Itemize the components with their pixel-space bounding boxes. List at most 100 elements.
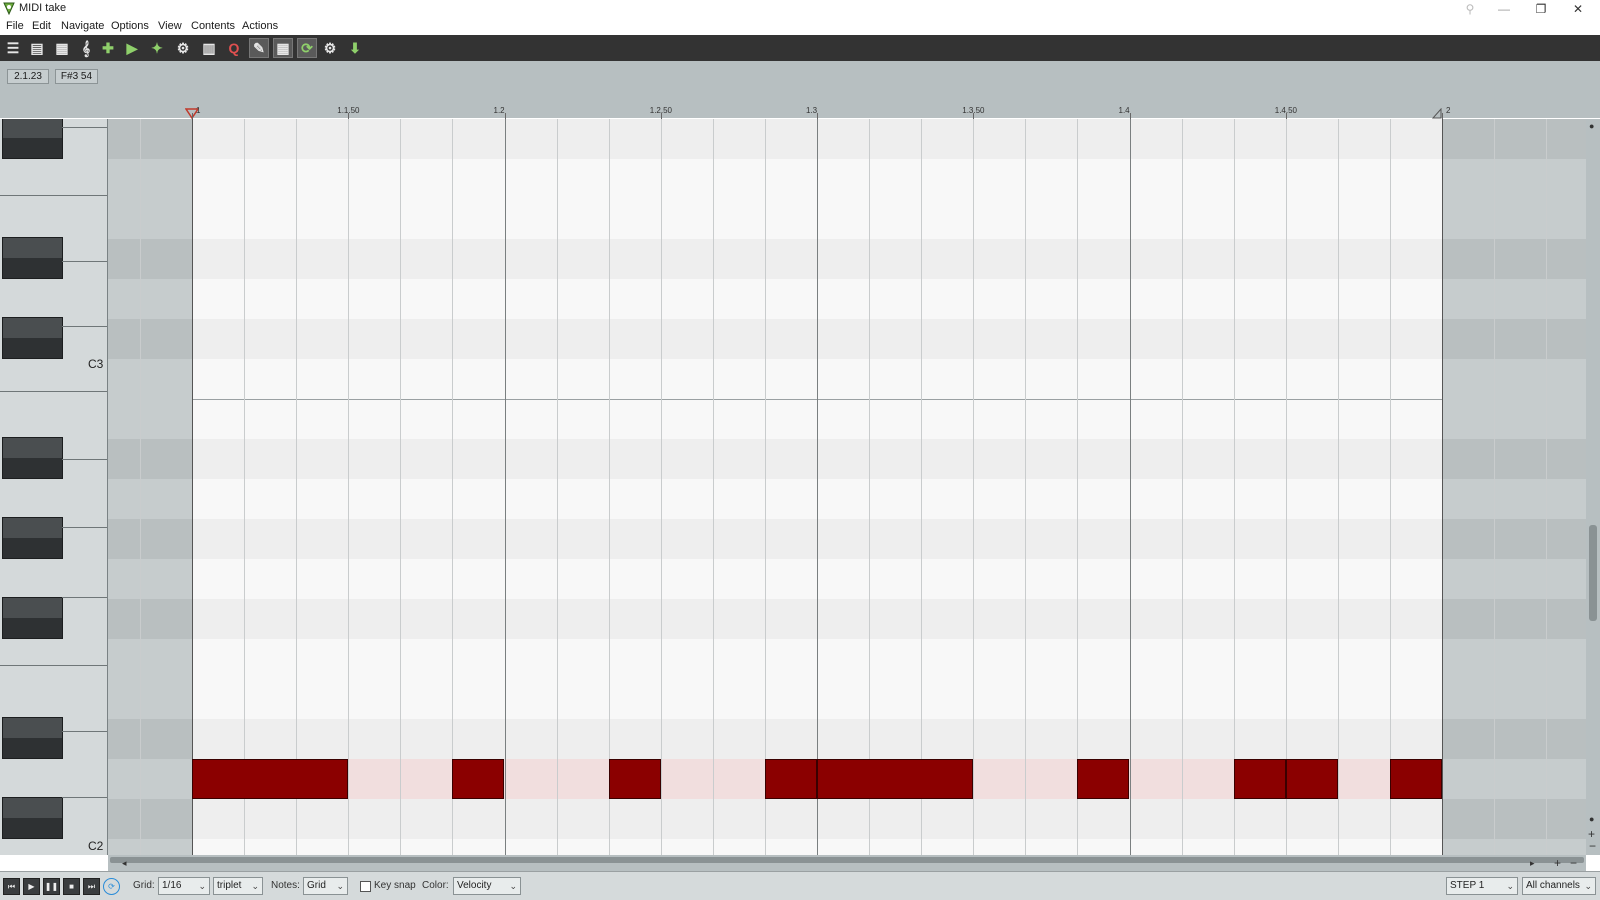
menu-contents[interactable]: Contents [191, 20, 235, 32]
black-key[interactable] [2, 797, 63, 839]
black-key[interactable] [2, 237, 63, 279]
midi-note[interactable] [192, 759, 348, 799]
play-from-note-button[interactable]: ▶ [122, 38, 142, 58]
draw-tool-button[interactable]: ✎ [249, 38, 269, 58]
pitch-row-outside [1442, 279, 1586, 319]
midi-note[interactable] [1286, 759, 1338, 799]
grid-visible-button[interactable]: ▦ [273, 38, 293, 58]
grid-line [817, 119, 818, 855]
timeline-ruler[interactable]: 1 1.1.50 1.2 1.2.50 1.3 1.3.50 1.4 1.4.50 2 [0, 100, 1600, 119]
pause-button[interactable]: ❚❚ [43, 878, 60, 895]
horizontal-scrollbar[interactable]: ◂ ▸ + − [108, 855, 1586, 871]
pitch-row-outside [1442, 599, 1586, 639]
close-button[interactable]: ✕ [1560, 0, 1596, 18]
play-button[interactable]: ▶ [23, 878, 40, 895]
loop-icon: ⟳ [301, 39, 313, 56]
black-key[interactable] [2, 317, 63, 359]
pin-icon[interactable]: ⚲ [1452, 0, 1488, 18]
musical-notation-button[interactable]: 𝄞 [76, 38, 96, 58]
list-view-button[interactable]: ☰ [3, 38, 23, 58]
vertical-scrollbar[interactable]: ● ● + − [1586, 119, 1600, 855]
piano-keyboard[interactable]: C3 C2 [0, 119, 108, 855]
piano-roll-view-button[interactable]: ▦ [52, 38, 72, 58]
midi-input-button[interactable]: ⬇ [345, 38, 365, 58]
horizontal-scroll-thumb[interactable] [110, 857, 1584, 863]
menu-actions[interactable]: Actions [242, 20, 278, 32]
chevron-down-icon: ⌄ [198, 881, 206, 891]
notes-length-select[interactable]: Grid ⌄ [303, 877, 348, 895]
white-key-divider [62, 597, 107, 598]
menu-edit[interactable]: Edit [32, 20, 51, 32]
menu-options[interactable]: Options [111, 20, 149, 32]
grid-line [1286, 119, 1287, 855]
pitch-row-outside [108, 159, 192, 199]
midi-note[interactable] [609, 759, 661, 799]
midi-note[interactable] [1077, 759, 1129, 799]
zoom-in-horizontal-icon[interactable]: + [1554, 856, 1561, 870]
key-snap-checkbox[interactable] [360, 881, 371, 892]
notes-label: Notes: [271, 880, 300, 891]
ruler-label: 1.3 [806, 106, 818, 115]
scroll-right-icon[interactable]: ▸ [1530, 858, 1535, 869]
pitch-row-outside [1442, 839, 1586, 855]
piano-roll-view-icon: ▦ [55, 39, 69, 56]
step-input-button[interactable]: ⚙ [320, 38, 340, 58]
transport-bar: ⏮ ▶ ❚❚ ■ ⏭ ⟳ Grid: 1/16 ⌄ triplet ⌄ Note… [0, 871, 1600, 900]
scroll-down-icon[interactable]: ● [1589, 814, 1594, 824]
event-list-button[interactable]: ▤ [27, 38, 47, 58]
black-key[interactable] [2, 717, 63, 759]
grid-line [1546, 119, 1547, 855]
channel-select[interactable]: All channels ⌄ [1522, 877, 1596, 895]
loop-end-marker-icon[interactable] [1432, 108, 1442, 119]
zoom-out-vertical-icon[interactable]: − [1589, 839, 1596, 853]
grid-size-select[interactable]: 1/16 ⌄ [158, 877, 210, 895]
scroll-left-icon[interactable]: ◂ [122, 858, 127, 869]
quantize-button[interactable]: Q [224, 38, 244, 58]
grid-line [348, 119, 349, 855]
loop-button[interactable]: ⟳ [297, 38, 317, 58]
black-key[interactable] [2, 517, 63, 559]
midi-note[interactable] [817, 759, 973, 799]
minimize-button[interactable]: — [1486, 0, 1522, 18]
black-key[interactable] [2, 119, 63, 159]
midi-note[interactable] [452, 759, 504, 799]
menu-navigate[interactable]: Navigate [61, 20, 104, 32]
pitch-row-outside [1442, 639, 1586, 679]
select-tool-button[interactable]: ⚙ [173, 38, 193, 58]
repeat-toggle-button[interactable]: ⟳ [103, 878, 120, 895]
chord-tool-icon: ▥ [202, 39, 216, 56]
vertical-scroll-thumb[interactable] [1589, 525, 1597, 621]
midi-note[interactable] [1390, 759, 1442, 799]
midi-note[interactable] [765, 759, 817, 799]
list-view-icon: ☰ [6, 39, 20, 56]
midi-input-icon: ⬇ [349, 39, 361, 56]
maximize-button[interactable]: ❐ [1523, 0, 1559, 18]
key-snap-label: Key snap [374, 880, 416, 891]
pitch-row-outside [108, 599, 192, 639]
chord-tool-button[interactable]: ▥ [199, 38, 219, 58]
zoom-out-horizontal-icon[interactable]: − [1570, 856, 1577, 870]
menu-view[interactable]: View [158, 20, 182, 32]
step-select[interactable]: STEP 1 ⌄ [1446, 877, 1518, 895]
grid-visible-icon: ▦ [276, 39, 290, 56]
midi-note[interactable] [1234, 759, 1286, 799]
black-key-highlight [3, 718, 62, 738]
black-key[interactable] [2, 597, 63, 639]
midi-editor-window: MIDI take ⚲ — ❐ ✕ File Edit Navigate Opt… [0, 0, 1600, 900]
menu-file[interactable]: File [6, 20, 24, 32]
go-to-end-button[interactable]: ⏭ [83, 878, 100, 895]
event-list-icon: ▤ [30, 39, 44, 56]
add-event-button[interactable]: ✦ [147, 38, 167, 58]
stop-button[interactable]: ■ [63, 878, 80, 895]
grid-line [765, 119, 766, 855]
go-to-start-button[interactable]: ⏮ [3, 878, 20, 895]
pitch-row-outside [108, 279, 192, 319]
note-grid[interactable] [108, 119, 1586, 855]
pitch-row-outside [108, 199, 192, 239]
grid-type-select[interactable]: triplet ⌄ [213, 877, 263, 895]
note-color-select[interactable]: Velocity ⌄ [453, 877, 521, 895]
insert-note-button[interactable]: ✚ [98, 38, 118, 58]
scroll-up-icon[interactable]: ● [1589, 121, 1594, 131]
black-key[interactable] [2, 437, 63, 479]
draw-tool-icon: ✎ [253, 39, 265, 56]
